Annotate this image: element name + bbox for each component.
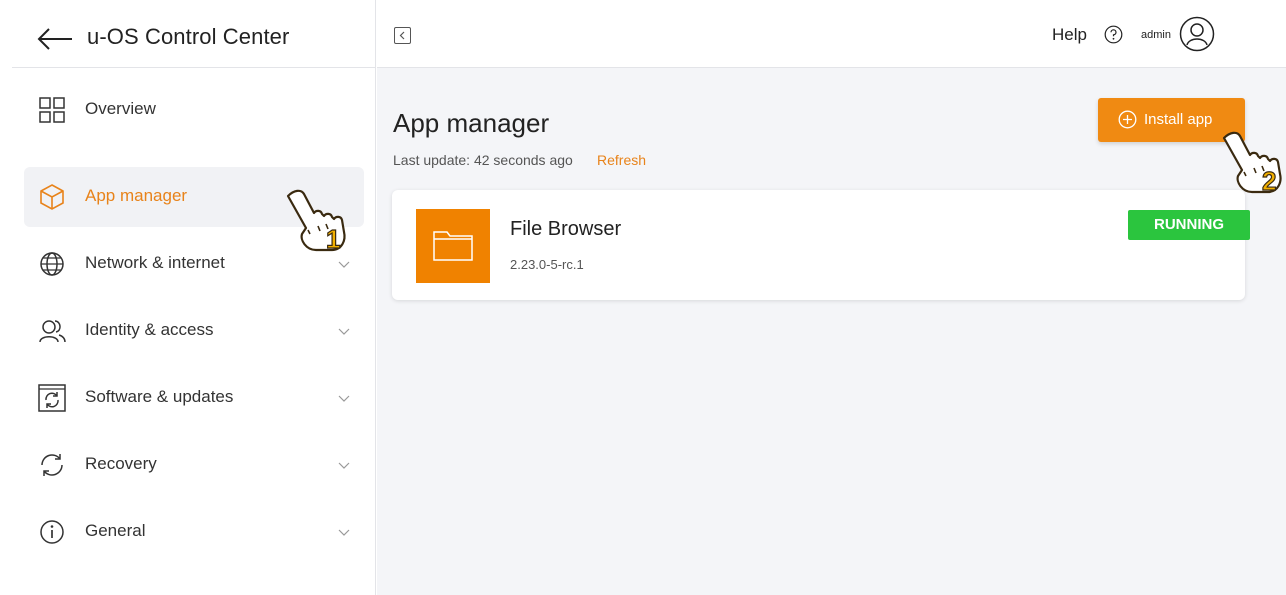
refresh-icon xyxy=(41,454,63,476)
install-app-label: Install app xyxy=(1144,111,1213,128)
step-1-label: 1 xyxy=(326,224,340,254)
main-content: Help admin App manager Last update: 42 s… xyxy=(377,0,1286,595)
sidebar-item-label: Overview xyxy=(85,99,156,118)
sync-icon xyxy=(38,384,66,412)
users-icon xyxy=(39,320,66,343)
info-icon xyxy=(40,520,64,544)
folder-icon xyxy=(433,231,473,261)
chevron-left-icon xyxy=(399,31,405,40)
chevron-down-icon[interactable] xyxy=(338,393,350,403)
globe-icon xyxy=(40,252,64,276)
sidebar-item-general[interactable]: General xyxy=(24,502,364,562)
app-name: File Browser xyxy=(510,218,622,240)
grid-icon xyxy=(39,97,65,123)
step-2-label: 2 xyxy=(1262,166,1276,196)
sidebar-item-overview[interactable]: Overview xyxy=(24,80,364,140)
sidebar-item-label: Software & updates xyxy=(85,387,234,406)
refresh-link[interactable]: Refresh xyxy=(597,152,646,168)
last-update-text: Last update: 42 seconds ago xyxy=(393,152,573,168)
user-name[interactable]: admin xyxy=(1141,29,1171,41)
sidebar-item-label: Network & internet xyxy=(85,253,225,272)
status-badge: RUNNING xyxy=(1128,210,1250,240)
sidebar-item-software[interactable]: Software & updates xyxy=(24,368,364,428)
app-version: 2.23.0-5-rc.1 xyxy=(510,257,584,272)
help-icon[interactable] xyxy=(1104,25,1123,44)
sidebar-header: u-OS Control Center xyxy=(0,0,376,68)
pointer-hand-step1-icon: 1 xyxy=(286,189,346,255)
plus-circle-icon xyxy=(1118,110,1137,129)
collapse-sidebar-button[interactable] xyxy=(394,27,411,44)
sidebar-item-label: Recovery xyxy=(85,454,157,473)
sidebar-divider xyxy=(12,67,376,68)
topbar: Help admin xyxy=(377,0,1286,68)
app-title: u-OS Control Center xyxy=(87,24,290,49)
sidebar-item-label: General xyxy=(85,521,146,540)
sidebar-item-identity[interactable]: Identity & access xyxy=(24,301,364,361)
app-icon xyxy=(416,209,490,283)
sidebar-item-label: Identity & access xyxy=(85,320,214,339)
chevron-down-icon[interactable] xyxy=(338,326,350,336)
pointer-hand-step2-icon: 2 xyxy=(1222,131,1282,197)
help-link[interactable]: Help xyxy=(1052,25,1087,45)
back-arrow-icon[interactable] xyxy=(36,26,74,52)
sidebar: u-OS Control Center Overview App manager… xyxy=(0,0,376,595)
box-icon xyxy=(40,184,64,210)
app-card[interactable]: File Browser 2.23.0-5-rc.1 RUNNING xyxy=(392,190,1250,300)
chevron-down-icon[interactable] xyxy=(338,460,350,470)
avatar-icon[interactable] xyxy=(1179,16,1215,52)
sidebar-item-label: App manager xyxy=(85,186,188,205)
page-title: App manager xyxy=(393,108,550,138)
chevron-down-icon[interactable] xyxy=(338,527,350,537)
chevron-down-icon[interactable] xyxy=(338,259,350,269)
sidebar-item-recovery[interactable]: Recovery xyxy=(24,435,364,495)
